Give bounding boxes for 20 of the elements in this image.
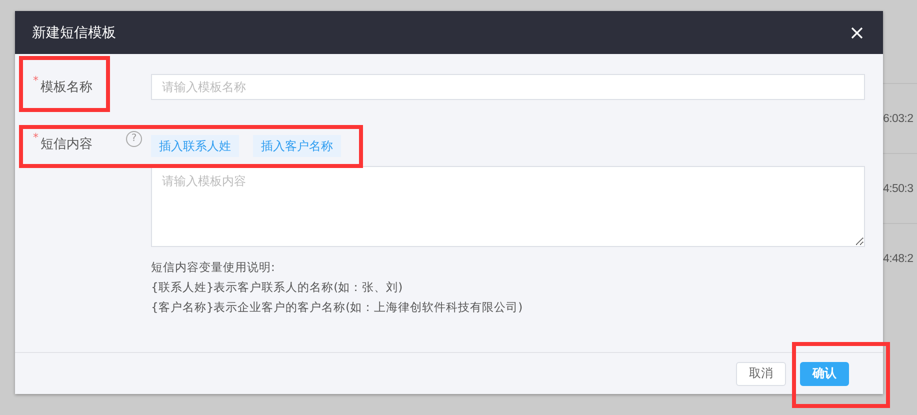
cancel-button[interactable]: 取消 <box>736 362 786 386</box>
time-text: 6:03:2 <box>883 112 914 124</box>
time-text: 4:48:2 <box>883 252 914 264</box>
close-icon <box>851 26 863 38</box>
confirm-button[interactable]: 确认 <box>800 362 849 386</box>
close-button[interactable] <box>849 24 865 40</box>
field-label: 模板名称 <box>40 81 92 95</box>
help-text: {联系人姓}表示客户联系人的名称(如：张、刘) <box>151 279 404 296</box>
text-area[interactable]: 请输入模板内容 <box>151 166 865 247</box>
help-icon[interactable]: ? <box>126 131 142 147</box>
required-mark: * <box>33 74 38 88</box>
field-label: 短信内容 <box>40 138 92 152</box>
time-text: 4:50:3 <box>883 182 914 194</box>
required-mark: * <box>33 131 38 145</box>
insert-button[interactable]: 插入联系人姓 <box>151 135 239 157</box>
input-field[interactable]: 请输入模板名称 <box>151 74 865 100</box>
dialog-title: 新建短信模板 <box>32 24 117 42</box>
help-text: {客户名称}表示企业客户的客户名称(如：上海律创软件科技有限公司) <box>151 299 524 316</box>
help-text: 短信内容变量使用说明: <box>151 259 276 276</box>
insert-button[interactable]: 插入客户名称 <box>253 135 341 157</box>
